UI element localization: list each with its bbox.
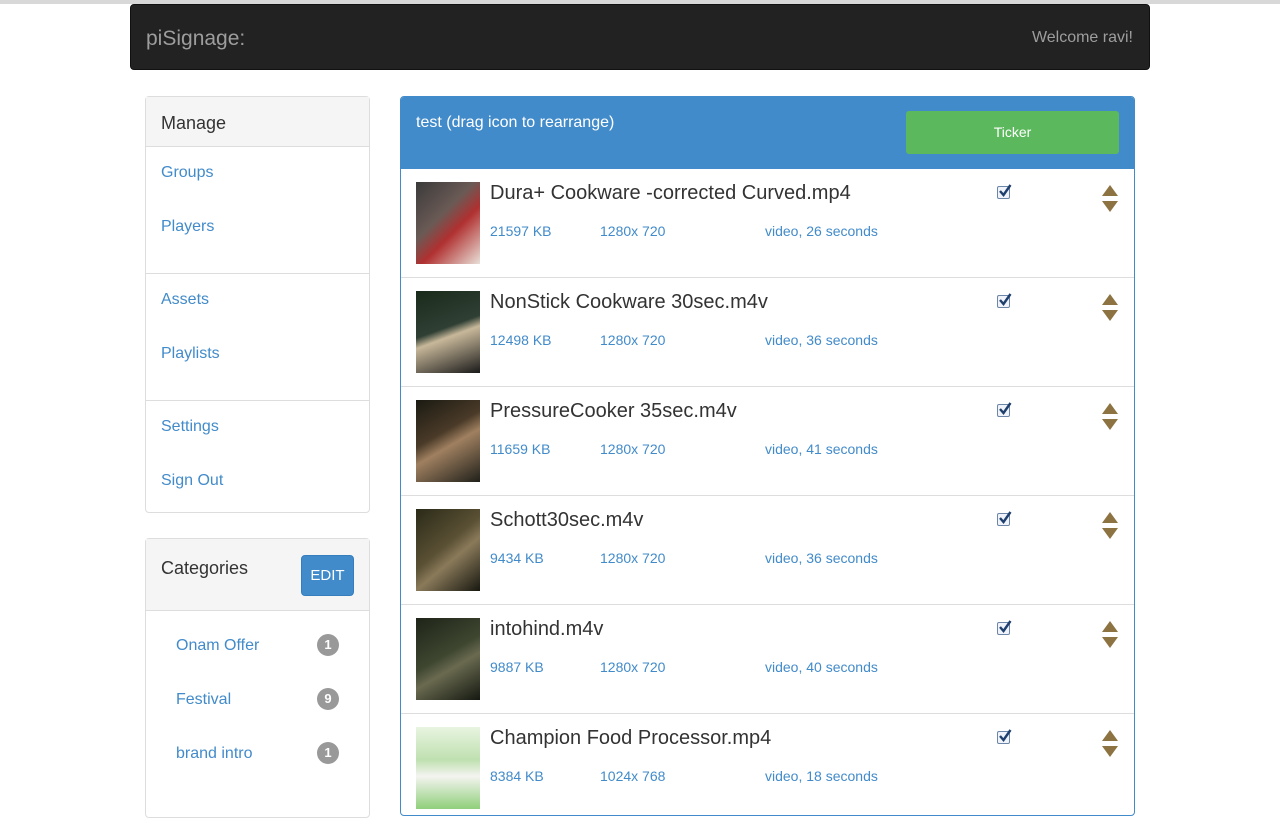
checkmark-icon (999, 184, 1012, 197)
asset-resolution: 1280x 720 (600, 659, 666, 675)
playlist-panel: test (drag icon to rearrange) Ticker Dur… (400, 96, 1135, 816)
category-count-badge: 9 (317, 688, 339, 710)
manage-panel-title: Manage (146, 97, 369, 147)
sidebar-item-players[interactable]: Players (146, 209, 369, 263)
asset-size: 21597 KB (490, 223, 552, 239)
category-count-badge: 1 (317, 742, 339, 764)
asset-thumbnail (416, 727, 480, 809)
asset-size: 9434 KB (490, 550, 544, 566)
asset-list: Dura+ Cookware -corrected Curved.mp4 2159… (401, 169, 1134, 815)
asset-select-checkbox[interactable] (997, 511, 1012, 526)
welcome-user-text: Welcome ravi! (1031, 29, 1133, 46)
checkmark-icon (999, 729, 1012, 742)
asset-name: NonStick Cookware 30sec.m4v (490, 291, 768, 313)
asset-duration: video, 41 seconds (765, 441, 878, 457)
asset-resolution: 1280x 720 (600, 223, 666, 239)
categories-header: Categories EDIT (146, 539, 369, 611)
drag-reorder-icon[interactable] (1101, 620, 1119, 650)
checkmark-icon (999, 511, 1012, 524)
asset-resolution: 1280x 720 (600, 332, 666, 348)
asset-size: 8384 KB (490, 768, 544, 784)
checkmark-icon (999, 293, 1012, 306)
category-item: brand intro 1 (146, 737, 369, 791)
asset-select-checkbox[interactable] (997, 184, 1012, 199)
asset-row[interactable]: Champion Food Processor.mp4 8384 KB 1024x … (401, 714, 1134, 815)
nav-group-devices: Groups Players (146, 147, 369, 274)
drag-reorder-icon[interactable] (1101, 184, 1119, 214)
asset-select-checkbox[interactable] (997, 729, 1012, 744)
checkmark-icon (999, 620, 1012, 633)
asset-select-checkbox[interactable] (997, 402, 1012, 417)
asset-row[interactable]: PressureCooker 35sec.m4v 11659 KB 1280x 72… (401, 387, 1134, 496)
asset-size: 12498 KB (490, 332, 552, 348)
brand-logo-text[interactable]: piSignage: (146, 27, 245, 51)
asset-thumbnail (416, 509, 480, 591)
asset-row[interactable]: NonStick Cookware 30sec.m4v 12498 KB 1280x… (401, 278, 1134, 387)
asset-resolution: 1280x 720 (600, 550, 666, 566)
asset-name: Schott30sec.m4v (490, 509, 644, 531)
asset-select-checkbox[interactable] (997, 620, 1012, 635)
asset-select-checkbox[interactable] (997, 293, 1012, 308)
asset-duration: video, 26 seconds (765, 223, 878, 239)
asset-thumbnail (416, 400, 480, 482)
sidebar-item-playlists[interactable]: Playlists (146, 336, 369, 390)
categories-panel: Categories EDIT Onam Offer 1 Festival 9 … (145, 538, 370, 818)
category-label[interactable]: brand intro (176, 745, 253, 763)
drag-reorder-icon[interactable] (1101, 293, 1119, 323)
asset-name: intohind.m4v (490, 618, 604, 640)
sidebar-item-sign-out[interactable]: Sign Out (146, 463, 369, 517)
drag-reorder-icon[interactable] (1101, 402, 1119, 432)
manage-panel: Manage Groups Players Assets Playlists S… (145, 96, 370, 513)
drag-reorder-icon[interactable] (1101, 511, 1119, 541)
asset-size: 9887 KB (490, 659, 544, 675)
category-label[interactable]: Festival (176, 691, 231, 709)
asset-name: PressureCooker 35sec.m4v (490, 400, 737, 422)
nav-group-account: Settings Sign Out (146, 401, 369, 527)
edit-categories-button[interactable]: EDIT (301, 555, 354, 596)
sidebar-item-groups[interactable]: Groups (146, 155, 369, 209)
asset-row[interactable]: Dura+ Cookware -corrected Curved.mp4 2159… (401, 169, 1134, 278)
asset-resolution: 1280x 720 (600, 441, 666, 457)
asset-row[interactable]: Schott30sec.m4v 9434 KB 1280x 720 video, 36… (401, 496, 1134, 605)
drag-reorder-icon[interactable] (1101, 729, 1119, 759)
sidebar-item-assets[interactable]: Assets (146, 282, 369, 336)
category-item: Onam Offer 1 (146, 629, 369, 683)
playlist-title: test (drag icon to rearrange) (416, 114, 615, 131)
asset-name: Champion Food Processor.mp4 (490, 727, 772, 749)
category-item: Festival 9 (146, 683, 369, 737)
asset-duration: video, 36 seconds (765, 550, 878, 566)
asset-thumbnail (416, 618, 480, 700)
playlist-header: test (drag icon to rearrange) Ticker (401, 97, 1134, 169)
asset-size: 11659 KB (490, 441, 551, 457)
asset-duration: video, 18 seconds (765, 768, 878, 784)
categories-title: Categories (161, 558, 249, 578)
asset-name: Dura+ Cookware -corrected Curved.mp4 (490, 182, 851, 204)
category-count-badge: 1 (317, 634, 339, 656)
top-navbar: piSignage: Welcome ravi! (130, 4, 1150, 70)
ticker-button[interactable]: Ticker (906, 111, 1119, 154)
checkmark-icon (999, 402, 1012, 415)
category-label[interactable]: Onam Offer (176, 637, 259, 655)
asset-thumbnail (416, 291, 480, 373)
asset-resolution: 1024x 768 (600, 768, 666, 784)
sidebar-item-settings[interactable]: Settings (146, 409, 369, 463)
category-list: Onam Offer 1 Festival 9 brand intro 1 (146, 611, 369, 791)
asset-row[interactable]: intohind.m4v 9887 KB 1280x 720 video, 40 se… (401, 605, 1134, 714)
nav-group-content: Assets Playlists (146, 274, 369, 401)
asset-duration: video, 36 seconds (765, 332, 878, 348)
asset-thumbnail (416, 182, 480, 264)
asset-duration: video, 40 seconds (765, 659, 878, 675)
